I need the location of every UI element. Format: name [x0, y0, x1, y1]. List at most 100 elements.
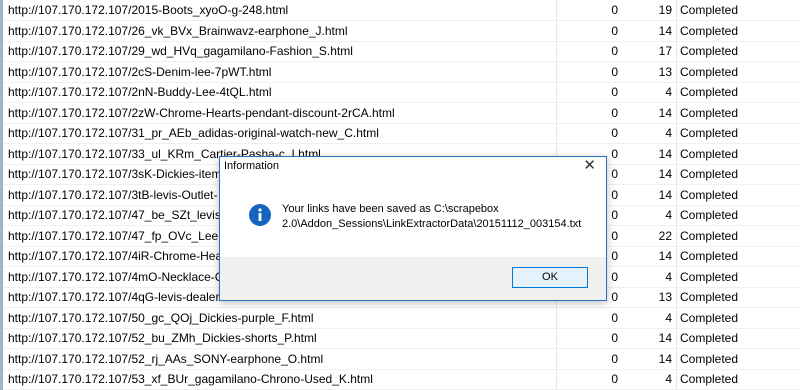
row-count-a: 0 — [611, 105, 618, 120]
row-selector — [0, 205, 3, 226]
row-selector — [0, 164, 3, 185]
list-row[interactable]: http://107.170.172.107/2nN-Buddy-Lee-4tQ… — [0, 82, 800, 103]
row-selector — [0, 246, 3, 267]
row-url: http://107.170.172.107/3tB-levis-Outlet- — [8, 187, 218, 202]
row-status: Completed — [680, 44, 739, 58]
row-url: http://107.170.172.107/2zW-Chrome-Hearts… — [8, 105, 395, 120]
row-selector — [0, 61, 3, 83]
row-count-b: 14 — [658, 23, 672, 38]
list-row[interactable]: http://107.170.172.107/2zW-Chrome-Hearts… — [0, 102, 800, 124]
row-selector — [0, 348, 3, 370]
row-count-a: 0 — [611, 126, 618, 140]
row-status: Completed — [680, 3, 739, 17]
row-selector — [0, 0, 3, 21]
row-selector — [0, 20, 3, 42]
list-row[interactable]: http://107.170.172.107/52_rj_AAs_SONY-ea… — [0, 348, 800, 370]
row-count-b: 19 — [658, 3, 672, 17]
row-url: http://107.170.172.107/52_bu_ZMh_Dickies… — [8, 331, 317, 345]
row-count-b: 14 — [658, 249, 672, 263]
row-url: http://107.170.172.107/47_be_SZt_levis — [8, 208, 221, 222]
row-selector — [0, 225, 3, 247]
dialog-message: Your links have been saved as C:\scrapeb… — [282, 203, 582, 230]
row-count-b: 14 — [658, 351, 672, 366]
list-row[interactable]: http://107.170.172.107/31_pr_AEb_adidas-… — [0, 123, 800, 144]
row-count-a: 0 — [611, 310, 618, 325]
row-status: Completed — [680, 126, 739, 140]
row-count-b: 14 — [658, 187, 672, 202]
information-dialog: Information ✕ Your links have been saved… — [219, 156, 607, 301]
info-icon — [249, 204, 271, 226]
list-row[interactable]: http://107.170.172.107/53_xf_BUr_gagamil… — [0, 369, 800, 390]
row-count-b: 4 — [665, 126, 672, 140]
dialog-footer: OK — [220, 257, 606, 300]
row-count-b: 22 — [658, 228, 672, 243]
row-url: http://107.170.172.107/31_pr_AEb_adidas-… — [8, 126, 379, 140]
list-row[interactable]: http://107.170.172.107/29_wd_HVq_gagamil… — [0, 41, 800, 62]
row-status: Completed — [680, 85, 739, 99]
row-count-b: 13 — [658, 64, 672, 79]
row-selector — [0, 102, 3, 124]
row-url: http://107.170.172.107/3sK-Dickies-item — [8, 167, 222, 181]
row-count-a: 0 — [611, 44, 618, 58]
row-selector — [0, 369, 3, 390]
row-status: Completed — [680, 167, 739, 181]
row-status: Completed — [680, 249, 739, 263]
row-count-b: 4 — [665, 208, 672, 222]
row-count-b: 14 — [658, 105, 672, 120]
row-url: http://107.170.172.107/52_rj_AAs_SONY-ea… — [8, 351, 324, 366]
row-status: Completed — [680, 23, 739, 38]
row-count-b: 4 — [665, 85, 672, 99]
row-status: Completed — [680, 228, 739, 243]
row-status: Completed — [680, 187, 739, 202]
row-url: http://107.170.172.107/4iR-Chrome-Hea — [8, 249, 223, 263]
row-count-a: 0 — [611, 85, 618, 99]
row-count-b: 14 — [658, 146, 672, 161]
row-selector — [0, 123, 3, 144]
list-row[interactable]: http://107.170.172.107/2cS-Denim-lee-7pW… — [0, 61, 800, 83]
row-status: Completed — [680, 351, 739, 366]
row-url: http://107.170.172.107/50_gc_QOj_Dickies… — [8, 310, 314, 325]
row-count-b: 13 — [658, 290, 672, 304]
row-status: Completed — [680, 331, 739, 345]
row-url: http://107.170.172.107/47_fp_OVc_Lee — [8, 228, 219, 243]
row-selector — [0, 82, 3, 103]
row-count-b: 4 — [665, 269, 672, 284]
close-icon[interactable]: ✕ — [583, 158, 596, 174]
list-row[interactable]: http://107.170.172.107/2015-Boots_xyoO-g… — [0, 0, 800, 21]
row-selector — [0, 328, 3, 349]
row-url: http://107.170.172.107/53_xf_BUr_gagamil… — [8, 372, 373, 386]
ok-button[interactable]: OK — [512, 267, 588, 288]
row-status: Completed — [680, 105, 739, 120]
list-row[interactable]: http://107.170.172.107/50_gc_QOj_Dickies… — [0, 307, 800, 329]
row-selector — [0, 266, 3, 288]
list-row[interactable]: http://107.170.172.107/26_vk_BVx_Brainwa… — [0, 20, 800, 42]
row-selector — [0, 41, 3, 62]
row-count-a: 0 — [611, 23, 618, 38]
row-url: http://107.170.172.107/4qG-levis-dealer- — [8, 290, 224, 304]
row-url: http://107.170.172.107/29_wd_HVq_gagamil… — [8, 44, 353, 58]
row-url: http://107.170.172.107/26_vk_BVx_Brainwa… — [8, 23, 348, 38]
row-status: Completed — [680, 208, 739, 222]
row-status: Completed — [680, 372, 739, 386]
row-selector — [0, 307, 3, 329]
row-url: http://107.170.172.107/4mO-Necklace-C — [8, 269, 224, 284]
row-count-b: 14 — [658, 167, 672, 181]
row-selector — [0, 287, 3, 308]
row-selector — [0, 184, 3, 206]
row-url: http://107.170.172.107/2nN-Buddy-Lee-4tQ… — [8, 85, 272, 99]
row-status: Completed — [680, 146, 739, 161]
row-selector — [0, 143, 3, 165]
row-count-a: 0 — [611, 64, 618, 79]
row-status: Completed — [680, 269, 739, 284]
row-count-b: 4 — [665, 310, 672, 325]
list-row[interactable]: http://107.170.172.107/52_bu_ZMh_Dickies… — [0, 328, 800, 349]
row-status: Completed — [680, 64, 739, 79]
row-url: http://107.170.172.107/2cS-Denim-lee-7pW… — [8, 64, 272, 79]
dialog-title: Information — [224, 160, 280, 172]
row-status: Completed — [680, 290, 739, 304]
dialog-titlebar[interactable]: Information ✕ — [220, 157, 606, 178]
row-count-b: 4 — [665, 372, 672, 386]
row-status: Completed — [680, 310, 739, 325]
row-count-b: 17 — [658, 44, 672, 58]
row-url: http://107.170.172.107/2015-Boots_xyoO-g… — [8, 3, 289, 17]
